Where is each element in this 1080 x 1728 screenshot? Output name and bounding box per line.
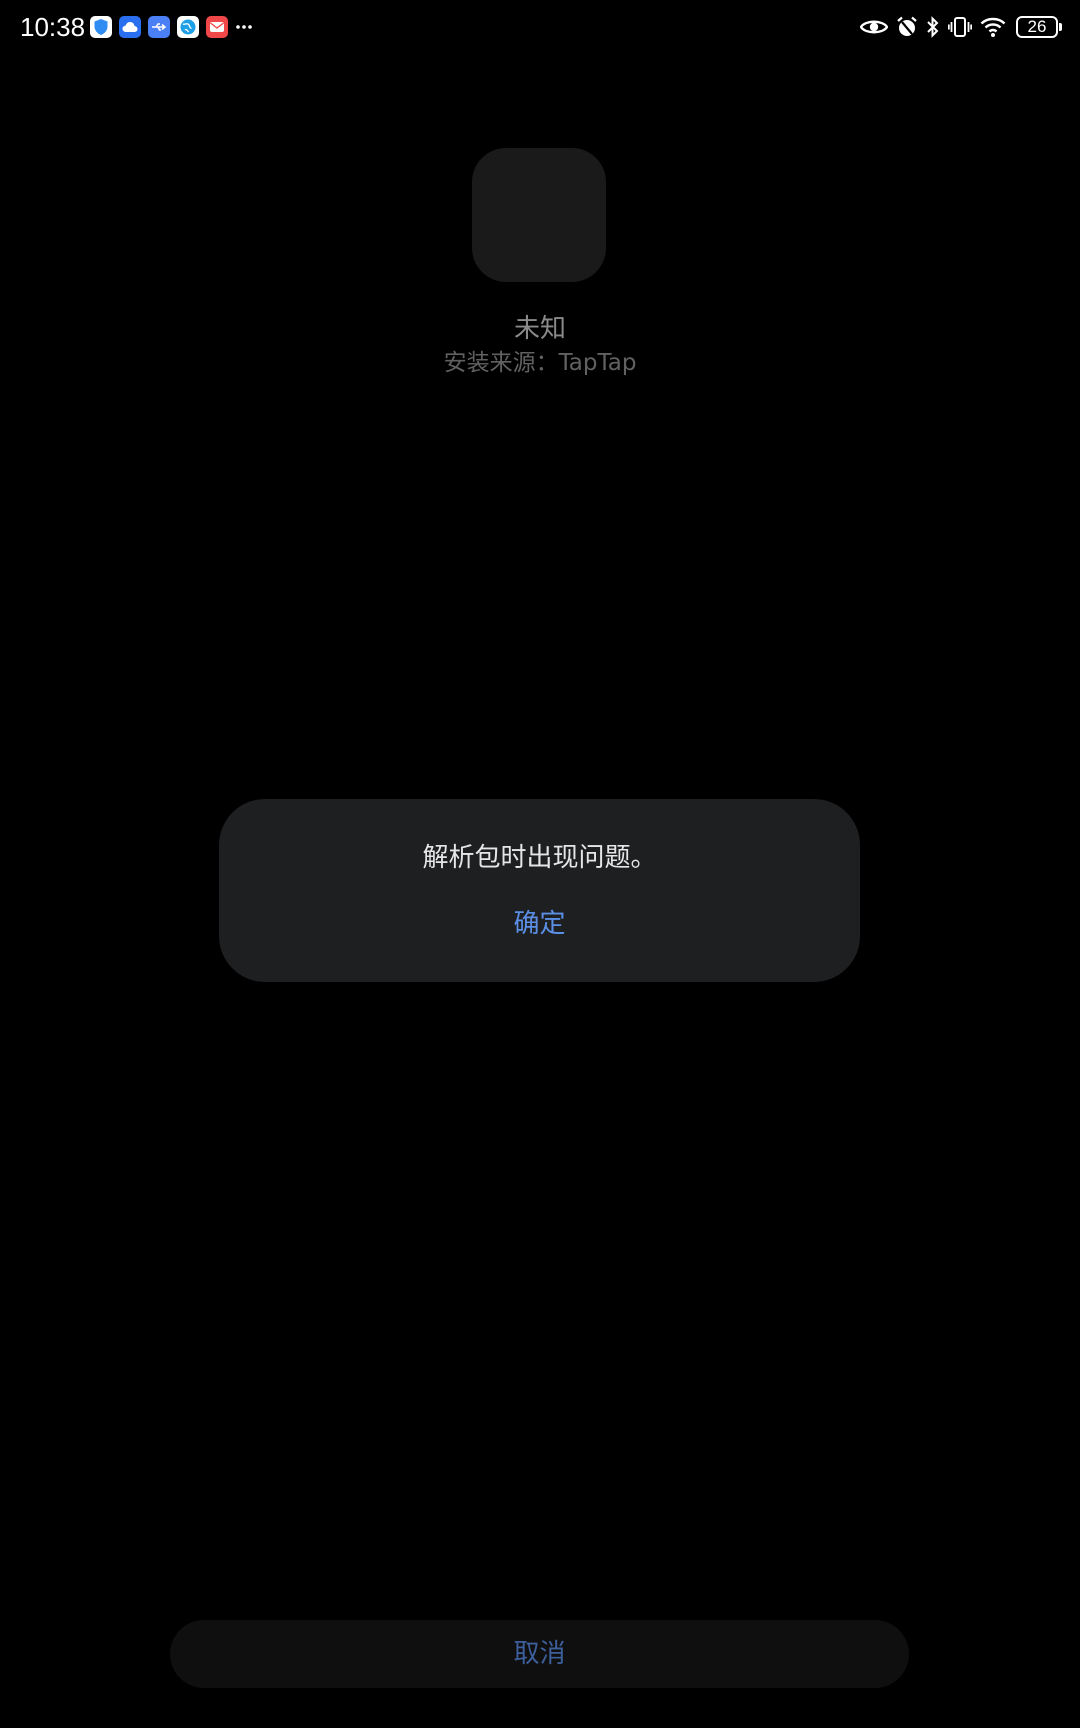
battery-level: 26 (1027, 17, 1047, 36)
system-status-icons: 26 (852, 13, 1062, 41)
bluetooth-icon (926, 16, 940, 38)
globe-icon (177, 16, 199, 38)
app-name: 未知 (513, 314, 566, 344)
wifi-icon (980, 16, 1006, 38)
app-icon-placeholder (472, 148, 606, 282)
alarm-icon (896, 16, 918, 38)
eye-icon (860, 18, 888, 36)
notification-icons (90, 15, 253, 39)
install-source: 安装来源：TapTap (443, 350, 637, 376)
cancel-button[interactable]: 取消 (170, 1620, 909, 1688)
status-bar: 10:38 26 (0, 0, 1080, 54)
mail-icon (206, 16, 228, 38)
error-dialog: 解析包时出现问题。 确定 (219, 799, 860, 982)
more-notifications-icon (235, 16, 253, 38)
vibrate-icon (948, 16, 972, 38)
confirm-button[interactable]: 确定 (219, 900, 860, 948)
usb-icon (148, 16, 170, 38)
cloud-icon (119, 16, 141, 38)
shield-icon (90, 16, 112, 38)
dialog-message: 解析包时出现问题。 (422, 843, 657, 873)
battery-tip (1059, 23, 1062, 31)
battery-icon: 26 (1016, 16, 1062, 38)
status-time: 10:38 (20, 12, 86, 42)
